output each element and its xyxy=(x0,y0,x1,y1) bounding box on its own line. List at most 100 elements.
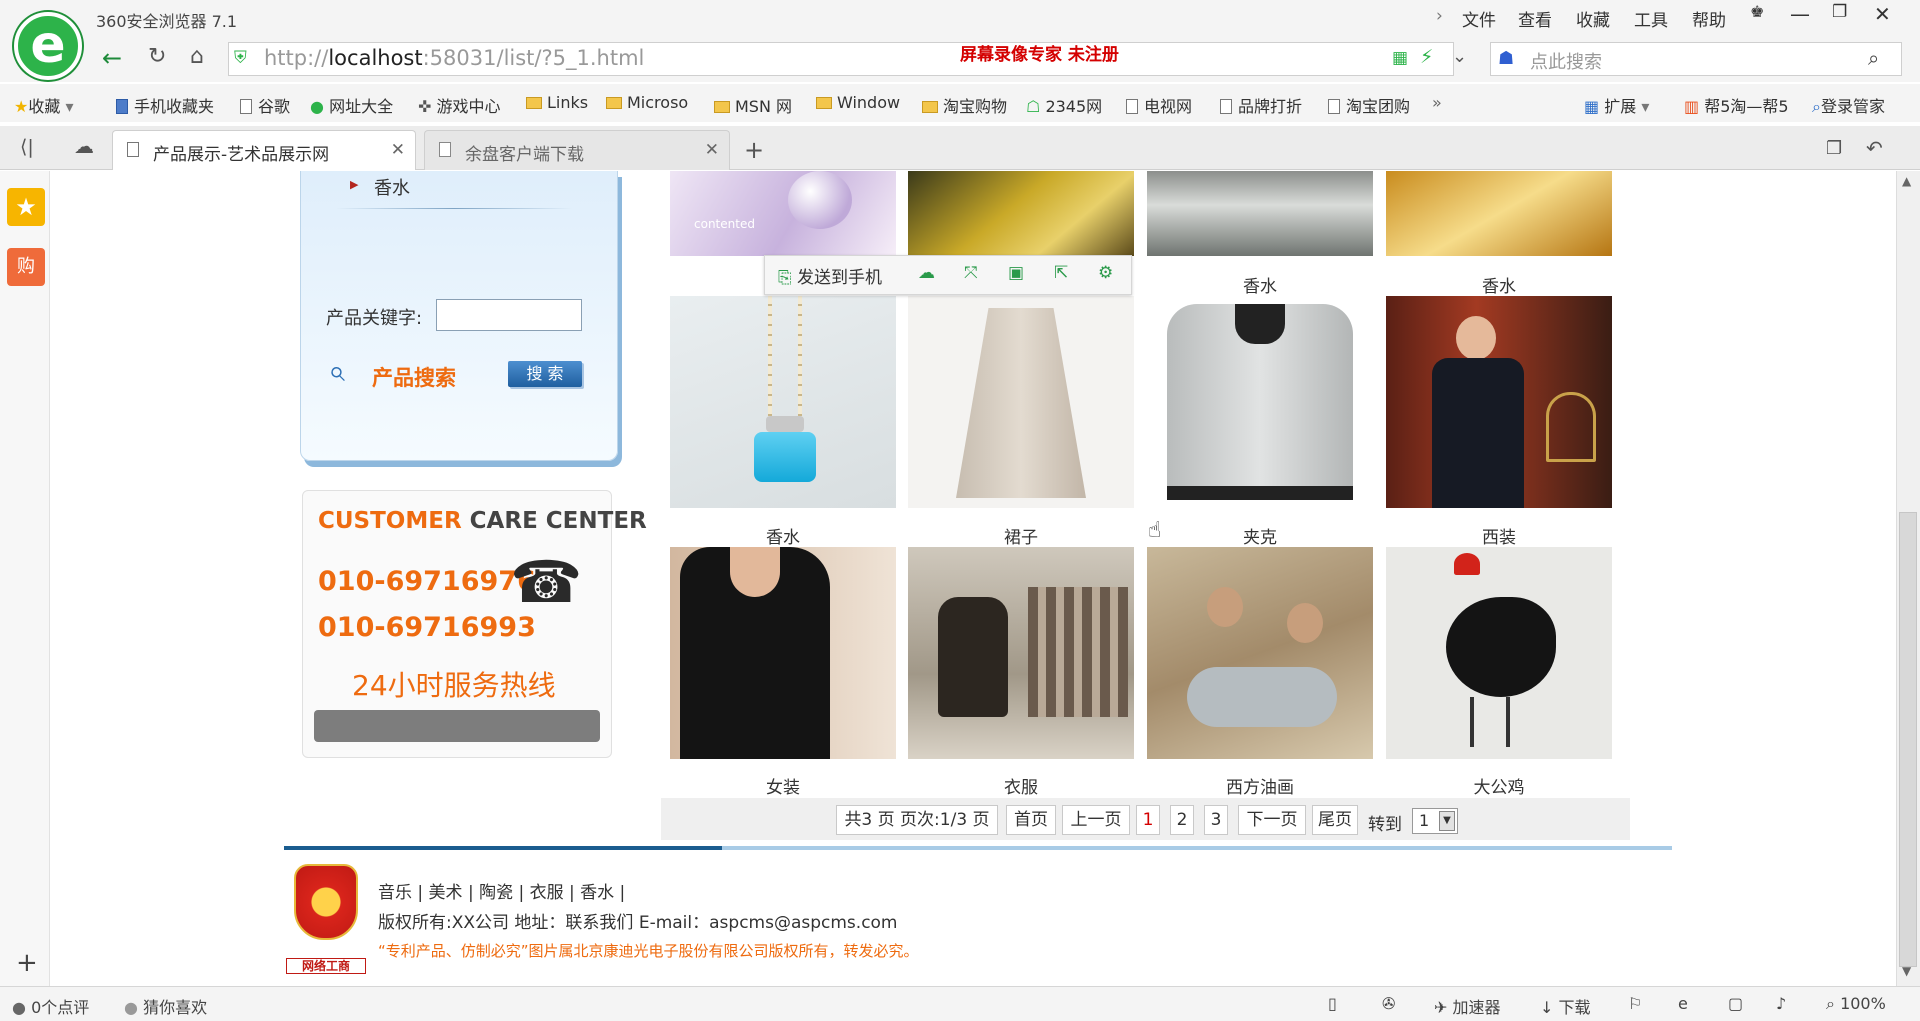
tab-list-icon[interactable]: ❐ xyxy=(1826,138,1842,159)
scroll-up-icon[interactable]: ▲ xyxy=(1902,174,1911,188)
product-image[interactable] xyxy=(1147,296,1373,508)
category-item-perfume[interactable]: 香水 xyxy=(374,174,410,200)
first-page-button[interactable]: 首页 xyxy=(1006,805,1056,835)
close-tab-icon[interactable]: ✕ xyxy=(391,140,405,160)
url-text[interactable]: http://localhost:58031/list/?5_1.html xyxy=(264,46,644,70)
fullscreen-icon[interactable]: ⤧ xyxy=(964,263,978,283)
next-page-button[interactable]: 下一页 xyxy=(1238,805,1306,835)
product-image[interactable] xyxy=(670,547,896,759)
scrollbar-thumb[interactable] xyxy=(1899,512,1917,967)
undo-close-icon[interactable]: ↶ xyxy=(1866,136,1883,160)
product-image[interactable] xyxy=(908,296,1134,508)
tools-icon[interactable]: ✇ xyxy=(1382,994,1395,1013)
prev-page-button[interactable]: 上一页 xyxy=(1062,805,1130,835)
product-image[interactable] xyxy=(908,547,1134,759)
minimize-icon[interactable]: — xyxy=(1790,2,1810,26)
add-sidebar-icon[interactable]: + xyxy=(16,948,38,978)
product-caption[interactable]: 西装 xyxy=(1386,523,1612,548)
bookmark-groupbuy[interactable]: 淘宝团购 xyxy=(1328,93,1410,117)
menu-help[interactable]: 帮助 xyxy=(1692,6,1726,31)
refresh-icon[interactable]: ↻ xyxy=(148,44,166,69)
bookmark-games[interactable]: ✜ 游戏中心 xyxy=(418,93,501,117)
goto-select[interactable]: 1 ▼ xyxy=(1412,808,1458,834)
ie-icon[interactable]: e xyxy=(1678,994,1688,1013)
product-caption[interactable]: 女装 xyxy=(670,773,896,798)
product-image[interactable] xyxy=(1147,547,1373,759)
bookmark-2345[interactable]: ☖ 2345网 xyxy=(1026,93,1102,117)
mobile-icon[interactable]: ▯ xyxy=(1328,994,1337,1013)
close-window-icon[interactable]: ✕ xyxy=(1874,2,1891,26)
scroll-down-icon[interactable]: ▼ xyxy=(1902,964,1911,978)
menu-view[interactable]: 查看 xyxy=(1518,6,1552,31)
restore-icon[interactable]: ❐ xyxy=(1832,2,1847,22)
guess-you-like[interactable]: ● 猜你喜欢 xyxy=(124,994,207,1018)
download-button[interactable]: ↓ 下载 xyxy=(1540,994,1591,1018)
bookmark-favorites[interactable]: ★收藏 ▾ xyxy=(14,93,73,117)
page-3-button[interactable]: 3 xyxy=(1204,805,1228,835)
product-caption[interactable]: 香水 xyxy=(670,523,896,548)
search-engine-icon[interactable]: ☗ xyxy=(1498,48,1514,69)
login-manager-button[interactable]: ⌕登录管家 xyxy=(1812,93,1885,117)
bookmark-hao[interactable]: ● 网址大全 xyxy=(310,93,393,117)
skin-icon[interactable]: ♚ xyxy=(1750,2,1764,21)
bookmark-links[interactable]: Links xyxy=(526,93,588,112)
sidebar-toggle-icon[interactable]: ⟨| xyxy=(20,136,34,158)
save-icon[interactable]: ▣ xyxy=(1008,263,1024,283)
product-caption[interactable]: 香水 xyxy=(1386,272,1612,297)
chevron-right-icon[interactable]: › xyxy=(1436,6,1443,26)
business-license-badge[interactable]: 网络工商 xyxy=(286,864,366,976)
home-icon[interactable]: ⌂ xyxy=(190,44,204,69)
send-to-phone-button[interactable]: ⎘ 发送到手机 xyxy=(778,263,882,288)
product-image[interactable] xyxy=(1147,171,1373,256)
close-tab-icon[interactable]: ✕ xyxy=(705,140,719,160)
accelerator-button[interactable]: ✈ 加速器 xyxy=(1434,994,1501,1018)
keyword-input[interactable] xyxy=(436,299,582,331)
menu-tools[interactable]: 工具 xyxy=(1634,6,1668,31)
page-1-button[interactable]: 1 xyxy=(1136,805,1160,835)
last-page-button[interactable]: 尾页 xyxy=(1312,805,1358,835)
tab-product-showcase[interactable]: 产品展示-艺术品展示网 ✕ xyxy=(112,130,416,170)
more-bookmarks-icon[interactable]: » xyxy=(1432,93,1442,112)
bookmark-taobao[interactable]: 淘宝购物 xyxy=(922,93,1007,117)
product-caption[interactable]: 香水 xyxy=(1147,272,1373,297)
bookmark-windows[interactable]: Window xyxy=(816,93,900,112)
tab-client-download[interactable]: 余盘客户端下载 ✕ xyxy=(424,130,730,170)
product-caption[interactable]: 大公鸡 xyxy=(1386,773,1612,798)
product-image[interactable]: contented xyxy=(670,171,896,256)
product-caption[interactable]: 西方油画 xyxy=(1147,773,1373,798)
extensions-button[interactable]: ▦ 扩展 ▾ xyxy=(1584,93,1649,117)
bookmark-microsoft[interactable]: Microso xyxy=(606,93,688,112)
sound-icon[interactable]: ♪ xyxy=(1776,994,1786,1013)
settings-icon[interactable]: ⚙ xyxy=(1098,263,1113,283)
cloud-icon[interactable]: ☁ xyxy=(74,134,94,158)
search-button[interactable]: 搜 索 xyxy=(508,361,582,387)
menu-favorites[interactable]: 收藏 xyxy=(1576,6,1610,31)
menu-file[interactable]: 文件 xyxy=(1462,6,1496,31)
dropdown-icon[interactable]: ⌄ xyxy=(1452,46,1467,67)
chevron-down-icon[interactable]: ▼ xyxy=(1439,811,1455,831)
reviews-status[interactable]: ● 0个点评 xyxy=(12,994,89,1018)
product-image[interactable] xyxy=(670,296,896,508)
favorites-star-icon[interactable]: ★ xyxy=(7,188,45,226)
bookmark-google[interactable]: 谷歌 xyxy=(240,93,290,117)
bang5-button[interactable]: ▥ 帮5淘—帮5 xyxy=(1684,93,1789,117)
search-icon[interactable]: ⌕ xyxy=(1868,46,1879,70)
product-image[interactable] xyxy=(908,171,1134,256)
product-caption[interactable]: 裙子 xyxy=(908,523,1134,548)
new-tab-icon[interactable]: + xyxy=(744,136,764,164)
back-icon[interactable]: ← xyxy=(102,44,122,72)
product-image[interactable] xyxy=(1386,296,1612,508)
share-icon[interactable]: ⇱ xyxy=(1054,263,1068,283)
zoom-control[interactable]: ⌕ 100% xyxy=(1826,994,1886,1014)
speed-icon[interactable]: ⚡ xyxy=(1420,46,1433,68)
cloud-save-icon[interactable]: ☁ xyxy=(918,263,935,283)
qrcode-icon[interactable]: ▦ xyxy=(1392,48,1408,68)
product-caption[interactable]: 夹克 xyxy=(1147,523,1373,548)
product-search-label[interactable]: 产品搜索 xyxy=(372,362,456,392)
bookmark-discount[interactable]: 品牌打折 xyxy=(1220,93,1302,117)
bookmark-tv[interactable]: 电视网 xyxy=(1126,93,1192,117)
window-icon[interactable]: ▢ xyxy=(1728,994,1743,1013)
bookmark-msn[interactable]: MSN 网 xyxy=(714,93,792,117)
page-2-button[interactable]: 2 xyxy=(1170,805,1194,835)
footer-links[interactable]: 音乐 | 美术 | 陶瓷 | 衣服 | 香水 | xyxy=(378,878,625,903)
